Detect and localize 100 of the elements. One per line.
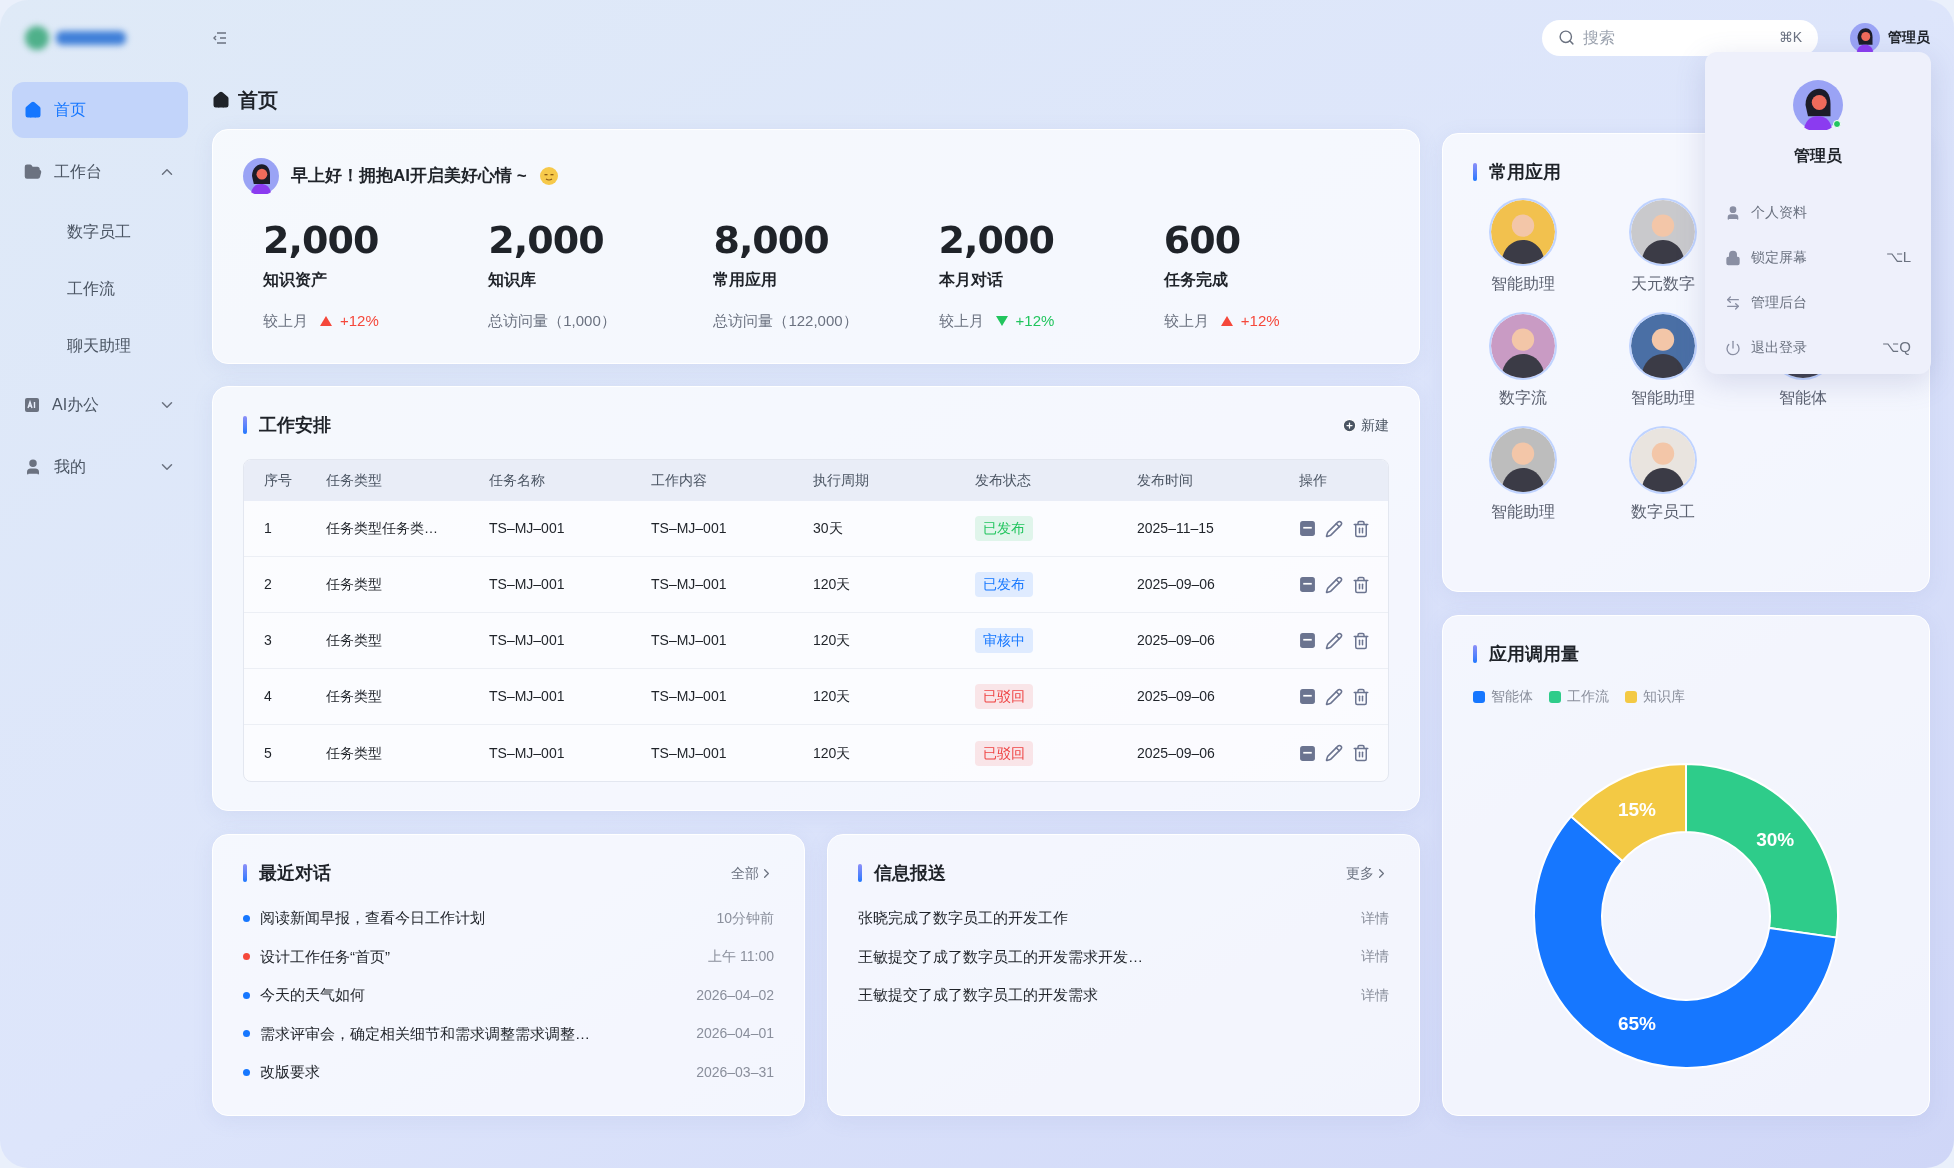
chat-title[interactable]: 阅读新闻早报，查看今日工作计划 — [260, 907, 707, 930]
app-label[interactable]: 智能体 — [1779, 386, 1827, 410]
stat-note: 总访问量（122,000） — [713, 311, 858, 331]
chat-time: 2026–03–31 — [696, 1062, 774, 1082]
app-label[interactable]: 数字流 — [1499, 386, 1547, 410]
section-title: 工作安排 — [259, 413, 332, 437]
user-name[interactable]: 管理员 — [1888, 27, 1930, 48]
app-label[interactable]: 智能助理 — [1491, 500, 1555, 524]
delete-icon[interactable] — [1352, 744, 1370, 762]
legend-label: 工作流 — [1567, 687, 1609, 706]
chat-title[interactable]: 设计工作任务“首页” — [260, 945, 699, 968]
slice-label: 65% — [1617, 1013, 1656, 1035]
stat-label: 任务完成 — [1163, 270, 1229, 290]
details-link[interactable]: 详情 — [1361, 907, 1389, 929]
collapse-menu-icon[interactable] — [212, 29, 228, 46]
sidebar-subitem[interactable]: 工作流 — [12, 263, 188, 314]
chat-time: 上午 11:00 — [708, 947, 774, 967]
edit-icon[interactable] — [1325, 631, 1343, 650]
column-header: 任务类型 — [326, 471, 383, 490]
table-cell-text: 任务类型 — [326, 687, 383, 706]
user-avatar — [1850, 22, 1880, 53]
change-value: +12% — [1015, 311, 1055, 331]
table-cell-text: TS–MJ–001 — [651, 575, 728, 594]
table-cell-text: TS–MJ–001 — [489, 519, 566, 538]
delete-icon[interactable] — [1352, 519, 1370, 538]
menu-item[interactable]: 退出登录 ⌥Q — [1705, 325, 1931, 370]
user-icon — [1725, 204, 1741, 221]
document-icon[interactable] — [1299, 688, 1316, 705]
menu-item[interactable]: 锁定屏幕 ⌥L — [1705, 235, 1931, 280]
status-tag: 已发布 — [975, 572, 1033, 597]
section-title: 信息报送 — [874, 861, 947, 885]
sidebar-item[interactable]: AI办公 — [12, 377, 188, 433]
shortcut-hint: ⌥L — [1885, 247, 1911, 268]
table-cell-text: 1 — [264, 519, 273, 538]
delete-icon[interactable] — [1352, 575, 1370, 594]
chat-title[interactable]: 今天的天气如何 — [260, 984, 687, 1007]
plus-icon — [1342, 417, 1357, 433]
column-header: 操作 — [1299, 471, 1328, 490]
app-label[interactable]: 数字员工 — [1631, 500, 1695, 524]
table-cell-text: TS–MJ–001 — [651, 687, 728, 706]
news-text: 王敏提交了成了数字员工的开发需求开发… — [858, 946, 1144, 967]
shortcut-hint: ⌥Q — [1882, 337, 1911, 358]
more-link[interactable]: 更多 — [1346, 862, 1389, 884]
swap-icon — [1725, 294, 1741, 311]
column-header: 工作内容 — [651, 471, 708, 490]
news-text: 张晓完成了数字员工的开发工作 — [858, 908, 1069, 928]
document-icon[interactable] — [1299, 576, 1316, 593]
table-cell-text: 2 — [264, 575, 273, 594]
chat-title[interactable]: 改版要求 — [260, 1061, 687, 1084]
table-cell-text: TS–MJ–001 — [489, 743, 566, 763]
details-link[interactable]: 详情 — [1361, 984, 1389, 1006]
legend-label: 知识库 — [1643, 687, 1685, 706]
view-all-link[interactable]: 全部 — [731, 862, 774, 884]
sidebar-item[interactable]: 我的 — [12, 439, 188, 495]
page-title: 首页 — [238, 88, 278, 113]
shortcut-hint: ⌘K — [1778, 28, 1802, 47]
chat-time: 10分钟前 — [716, 908, 774, 928]
edit-icon[interactable] — [1325, 519, 1343, 538]
table-cell-text: 2025–11–15 — [1137, 519, 1215, 538]
edit-icon[interactable] — [1325, 687, 1343, 706]
delete-icon[interactable] — [1352, 687, 1370, 706]
new-button[interactable]: 新建 — [1342, 414, 1389, 436]
app-avatar — [1491, 200, 1555, 264]
stat-value: 600 — [1163, 217, 1242, 264]
status-tag: 已驳回 — [975, 740, 1033, 766]
menu-item[interactable]: 管理后台 — [1705, 280, 1931, 325]
column-header: 发布状态 — [975, 471, 1032, 490]
menu-item[interactable]: 个人资料 — [1705, 190, 1931, 235]
delete-icon[interactable] — [1352, 631, 1370, 650]
user-icon — [24, 458, 42, 476]
app-avatar — [1631, 314, 1695, 378]
search-field[interactable]: 搜索 ⌘K — [1542, 19, 1818, 56]
status-tag: 审核中 — [975, 628, 1033, 653]
document-icon[interactable] — [1299, 632, 1316, 649]
app-label[interactable]: 智能助理 — [1491, 272, 1555, 296]
table-cell-text: 2025–09–06 — [1137, 631, 1216, 650]
profile-name: 管理员 — [1794, 146, 1842, 166]
legend-label: 智能体 — [1491, 687, 1533, 706]
sidebar-subitem[interactable]: 数字员工 — [12, 206, 188, 257]
greeting-avatar — [243, 158, 279, 194]
table-cell-text: TS–MJ–001 — [489, 575, 566, 594]
profile-avatar — [1793, 80, 1843, 130]
document-icon[interactable] — [1299, 520, 1316, 537]
table-cell-text: 2025–09–06 — [1137, 743, 1216, 763]
edit-icon[interactable] — [1325, 744, 1343, 762]
app-label[interactable]: 智能助理 — [1631, 386, 1695, 410]
app-label[interactable]: 天元数字 — [1631, 272, 1695, 296]
sidebar-item[interactable]: 工作台 — [12, 144, 188, 200]
document-icon[interactable] — [1299, 744, 1316, 762]
table-cell-text: 4 — [264, 687, 273, 706]
stat-label: 知识库 — [488, 270, 538, 290]
table-cell-text: 120天 — [813, 687, 852, 706]
search-input[interactable]: 搜索 — [1583, 25, 1771, 50]
edit-icon[interactable] — [1325, 575, 1343, 594]
sidebar-subitem[interactable]: 聊天助理 — [12, 320, 188, 371]
table-cell-text: 30天 — [813, 519, 844, 538]
stat-note: 总访问量（1,000） — [488, 311, 616, 331]
chat-title[interactable]: 需求评审会，确定相关细节和需求调整需求调整… — [260, 1022, 687, 1045]
app-avatar — [1491, 428, 1555, 492]
details-link[interactable]: 详情 — [1361, 946, 1389, 968]
